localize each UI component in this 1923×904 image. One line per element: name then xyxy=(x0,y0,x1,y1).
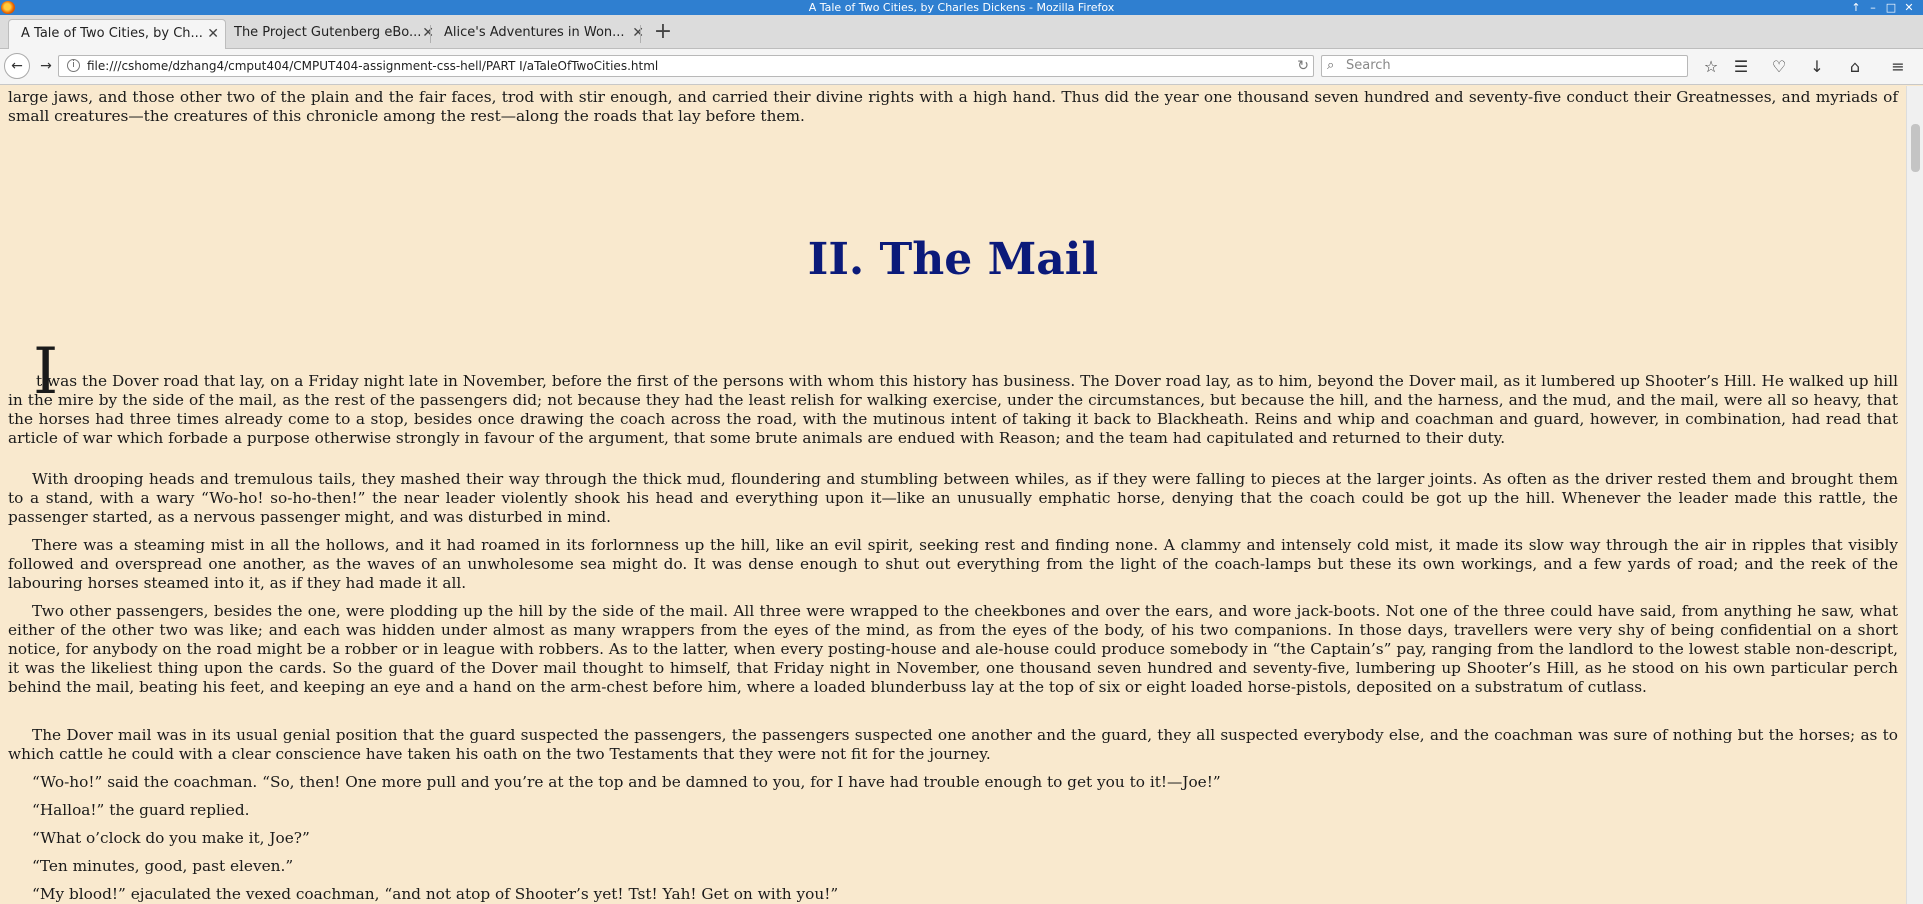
tab-separator xyxy=(640,25,641,43)
tab-label: The Project Gutenberg eBo... xyxy=(234,25,422,40)
page-content: large jaws, and those other two of the p… xyxy=(0,86,1906,904)
tab-separator xyxy=(430,25,431,43)
dialogue-line: “Ten minutes, good, past eleven.” xyxy=(32,857,294,875)
home-icon[interactable]: ⌂ xyxy=(1843,55,1867,79)
url-bar[interactable]: i file:///cshome/dzhang4/cmput404/CMPUT4… xyxy=(58,55,1314,77)
window-title: A Tale of Two Cities, by Charles Dickens… xyxy=(808,1,1115,14)
reading-list-icon[interactable]: ☰ xyxy=(1729,55,1753,79)
navigation-toolbar: ← → i file:///cshome/dzhang4/cmput404/CM… xyxy=(0,49,1923,85)
window-minimize-icon[interactable]: – xyxy=(1864,0,1882,15)
vertical-scrollbar[interactable] xyxy=(1906,86,1923,904)
paragraph: With drooping heads and tremulous tails,… xyxy=(8,470,1898,526)
close-tab-icon[interactable]: ✕ xyxy=(207,20,219,48)
dialogue-line: “Halloa!” the guard replied. xyxy=(32,801,250,819)
window-maximize-icon[interactable]: □ xyxy=(1882,0,1900,15)
bookmark-star-icon[interactable]: ☆ xyxy=(1699,55,1723,79)
scrollbar-thumb[interactable] xyxy=(1911,124,1920,172)
dialogue-line: “Wo-ho!” said the coachman. “So, then! O… xyxy=(32,773,1221,791)
new-tab-button[interactable]: + xyxy=(652,19,674,47)
dialogue-line: “What o’clock do you make it, Joe?” xyxy=(32,829,310,847)
tab-alice-adventures[interactable]: Alice's Adventures in Won... ✕ xyxy=(432,19,650,49)
window-raise-icon[interactable]: ↑ xyxy=(1847,0,1865,15)
site-info-icon[interactable]: i xyxy=(67,59,80,72)
download-icon[interactable]: ↓ xyxy=(1805,55,1829,79)
url-text[interactable]: file:///cshome/dzhang4/cmput404/CMPUT404… xyxy=(87,59,658,73)
reload-icon[interactable]: ↻ xyxy=(1297,56,1309,76)
search-placeholder: Search xyxy=(1346,58,1391,73)
dialogue-line: “My blood!” ejaculated the vexed coachma… xyxy=(32,885,839,903)
menu-icon[interactable]: ≡ xyxy=(1886,55,1910,79)
window-close-icon[interactable]: ✕ xyxy=(1900,0,1918,15)
tab-label: Alice's Adventures in Won... xyxy=(444,25,625,40)
close-tab-icon[interactable]: ✕ xyxy=(632,19,644,47)
paragraph: large jaws, and those other two of the p… xyxy=(8,88,1898,125)
firefox-logo-icon xyxy=(1,1,15,14)
paragraph: The Dover mail was in its usual genial p… xyxy=(8,726,1898,763)
paragraph: There was a steaming mist in all the hol… xyxy=(8,536,1898,592)
tab-project-gutenberg[interactable]: The Project Gutenberg eBo... ✕ xyxy=(222,19,440,49)
pocket-icon[interactable]: ♡ xyxy=(1767,55,1791,79)
back-button[interactable]: ← xyxy=(4,53,30,79)
forward-button[interactable]: → xyxy=(34,54,58,78)
paragraph: t was the Dover road that lay, on a Frid… xyxy=(8,372,1898,447)
tab-strip: A Tale of Two Cities, by Ch... ✕ The Pro… xyxy=(0,15,1923,50)
tab-tale-of-two-cities[interactable]: A Tale of Two Cities, by Ch... ✕ xyxy=(8,19,226,50)
search-input[interactable]: ⌕ Search xyxy=(1321,55,1688,77)
search-icon: ⌕ xyxy=(1327,58,1335,73)
tab-label: A Tale of Two Cities, by Ch... xyxy=(21,26,203,41)
window-titlebar: A Tale of Two Cities, by Charles Dickens… xyxy=(0,0,1923,15)
paragraph: Two other passengers, besides the one, w… xyxy=(8,602,1898,696)
chapter-title: II. The Mail xyxy=(807,234,1099,285)
